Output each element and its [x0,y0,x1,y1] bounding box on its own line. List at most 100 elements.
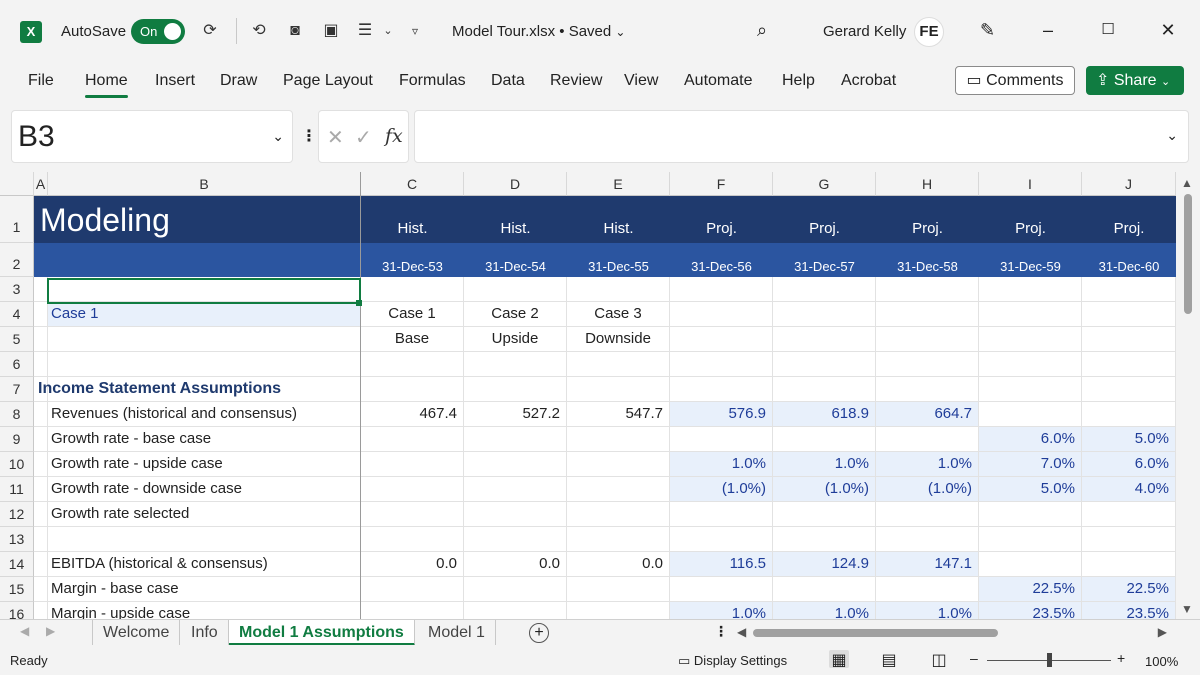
value-cell[interactable]: 23.5% [979,602,1082,619]
row-label[interactable]: Revenues (historical and consensus) [48,402,361,427]
close-icon[interactable]: ✕ [1156,18,1180,42]
value-cell[interactable]: 4.0% [1082,477,1176,502]
row-header[interactable]: 4 [0,302,34,327]
value-cell[interactable] [979,552,1082,577]
value-cell[interactable]: 1.0% [670,452,773,477]
value-cell[interactable] [979,402,1082,427]
value-cell[interactable] [567,577,670,602]
row-header[interactable]: 1 [0,196,34,243]
cell[interactable] [464,377,567,402]
col-header-g[interactable]: G [773,172,876,196]
value-cell[interactable] [361,602,464,619]
cell[interactable] [670,327,773,352]
value-cell[interactable]: (1.0%) [670,477,773,502]
row-label[interactable]: Growth rate - upside case [48,452,361,477]
row-label[interactable]: Growth rate - downside case [48,477,361,502]
value-cell[interactable]: 147.1 [876,552,979,577]
cancel-icon[interactable]: ✕ [327,125,344,150]
value-cell[interactable]: 576.9 [670,402,773,427]
section-header[interactable]: Income Statement Assumptions [38,377,361,402]
cell[interactable] [464,277,567,302]
more-options-icon[interactable]: ⋮ [301,126,317,146]
value-cell[interactable] [567,427,670,452]
cell[interactable] [773,377,876,402]
value-cell[interactable]: 1.0% [876,602,979,619]
page-break-view-icon[interactable]: ◫ [929,650,949,669]
cell[interactable] [876,277,979,302]
save-sync-icon[interactable]: ⟳ [199,21,221,41]
cell[interactable] [567,277,670,302]
display-settings-button[interactable]: ▭ Display Settings [678,653,787,669]
row-label[interactable]: EBITDA (historical & consensus) [48,552,361,577]
tab-help[interactable]: Help [782,72,815,90]
prev-sheet-icon[interactable]: ◀ [20,624,29,638]
cell[interactable] [670,502,773,527]
cell[interactable] [876,327,979,352]
cell[interactable] [773,327,876,352]
col-header-a[interactable]: A [34,172,48,196]
case-selector-cell[interactable]: Case 1 [48,302,361,327]
value-cell[interactable]: 618.9 [773,402,876,427]
value-cell[interactable]: 23.5% [1082,602,1176,619]
value-cell[interactable]: 664.7 [876,402,979,427]
value-cell[interactable]: 1.0% [876,452,979,477]
row-header[interactable]: 9 [0,427,34,452]
cell[interactable] [979,377,1082,402]
cell[interactable] [670,527,773,552]
cell[interactable] [876,352,979,377]
row-header[interactable]: 6 [0,352,34,377]
sheet-tab-welcome[interactable]: Welcome [92,620,181,646]
row-header[interactable]: 14 [0,552,34,577]
row-header[interactable]: 10 [0,452,34,477]
value-cell[interactable] [361,477,464,502]
sheet-tab-model-1-assumptions[interactable]: Model 1 Assumptions [229,620,415,646]
tab-data[interactable]: Data [491,72,525,90]
col-header-b[interactable]: B [48,172,361,196]
cell[interactable] [361,352,464,377]
cell[interactable] [979,527,1082,552]
align-icon[interactable]: ☰ [354,21,376,41]
col-header-h[interactable]: H [876,172,979,196]
cell[interactable] [670,377,773,402]
tab-review[interactable]: Review [550,72,602,90]
value-cell[interactable]: 547.7 [567,402,670,427]
value-cell[interactable] [773,577,876,602]
cell[interactable] [34,602,48,619]
row-header[interactable]: 16 [0,602,34,619]
normal-view-icon[interactable]: ▦ [829,650,849,669]
cell[interactable] [773,502,876,527]
row-header[interactable]: 15 [0,577,34,602]
value-cell[interactable]: 527.2 [464,402,567,427]
avatar[interactable]: FE [914,17,944,47]
cell[interactable] [361,377,464,402]
row-header[interactable]: 2 [0,243,34,277]
cell[interactable] [34,452,48,477]
value-cell[interactable] [361,452,464,477]
tab-splitter-icon[interactable]: ⋮ [714,623,728,640]
value-cell[interactable] [464,452,567,477]
col-header-d[interactable]: D [464,172,567,196]
cell[interactable] [567,352,670,377]
value-cell[interactable] [567,452,670,477]
sheet-tab-model-1[interactable]: Model 1 [418,620,496,646]
row-header[interactable]: 11 [0,477,34,502]
value-cell[interactable] [1082,552,1176,577]
row-header[interactable]: 5 [0,327,34,352]
col-header-j[interactable]: J [1082,172,1176,196]
value-cell[interactable]: 467.4 [361,402,464,427]
value-cell[interactable]: (1.0%) [876,477,979,502]
zoom-in-icon[interactable]: + [1117,650,1125,666]
print-preview-icon[interactable]: ▣ [320,21,342,41]
tab-home[interactable]: Home [85,72,128,98]
cell[interactable] [567,527,670,552]
value-cell[interactable] [773,427,876,452]
cell[interactable] [34,427,48,452]
tab-page-layout[interactable]: Page Layout [283,72,373,90]
value-cell[interactable]: 0.0 [464,552,567,577]
case-desc-cell[interactable]: Base [361,327,464,352]
cell[interactable] [876,502,979,527]
value-cell[interactable] [464,477,567,502]
cell[interactable] [34,552,48,577]
cell[interactable] [1082,277,1176,302]
col-header-c[interactable]: C [361,172,464,196]
